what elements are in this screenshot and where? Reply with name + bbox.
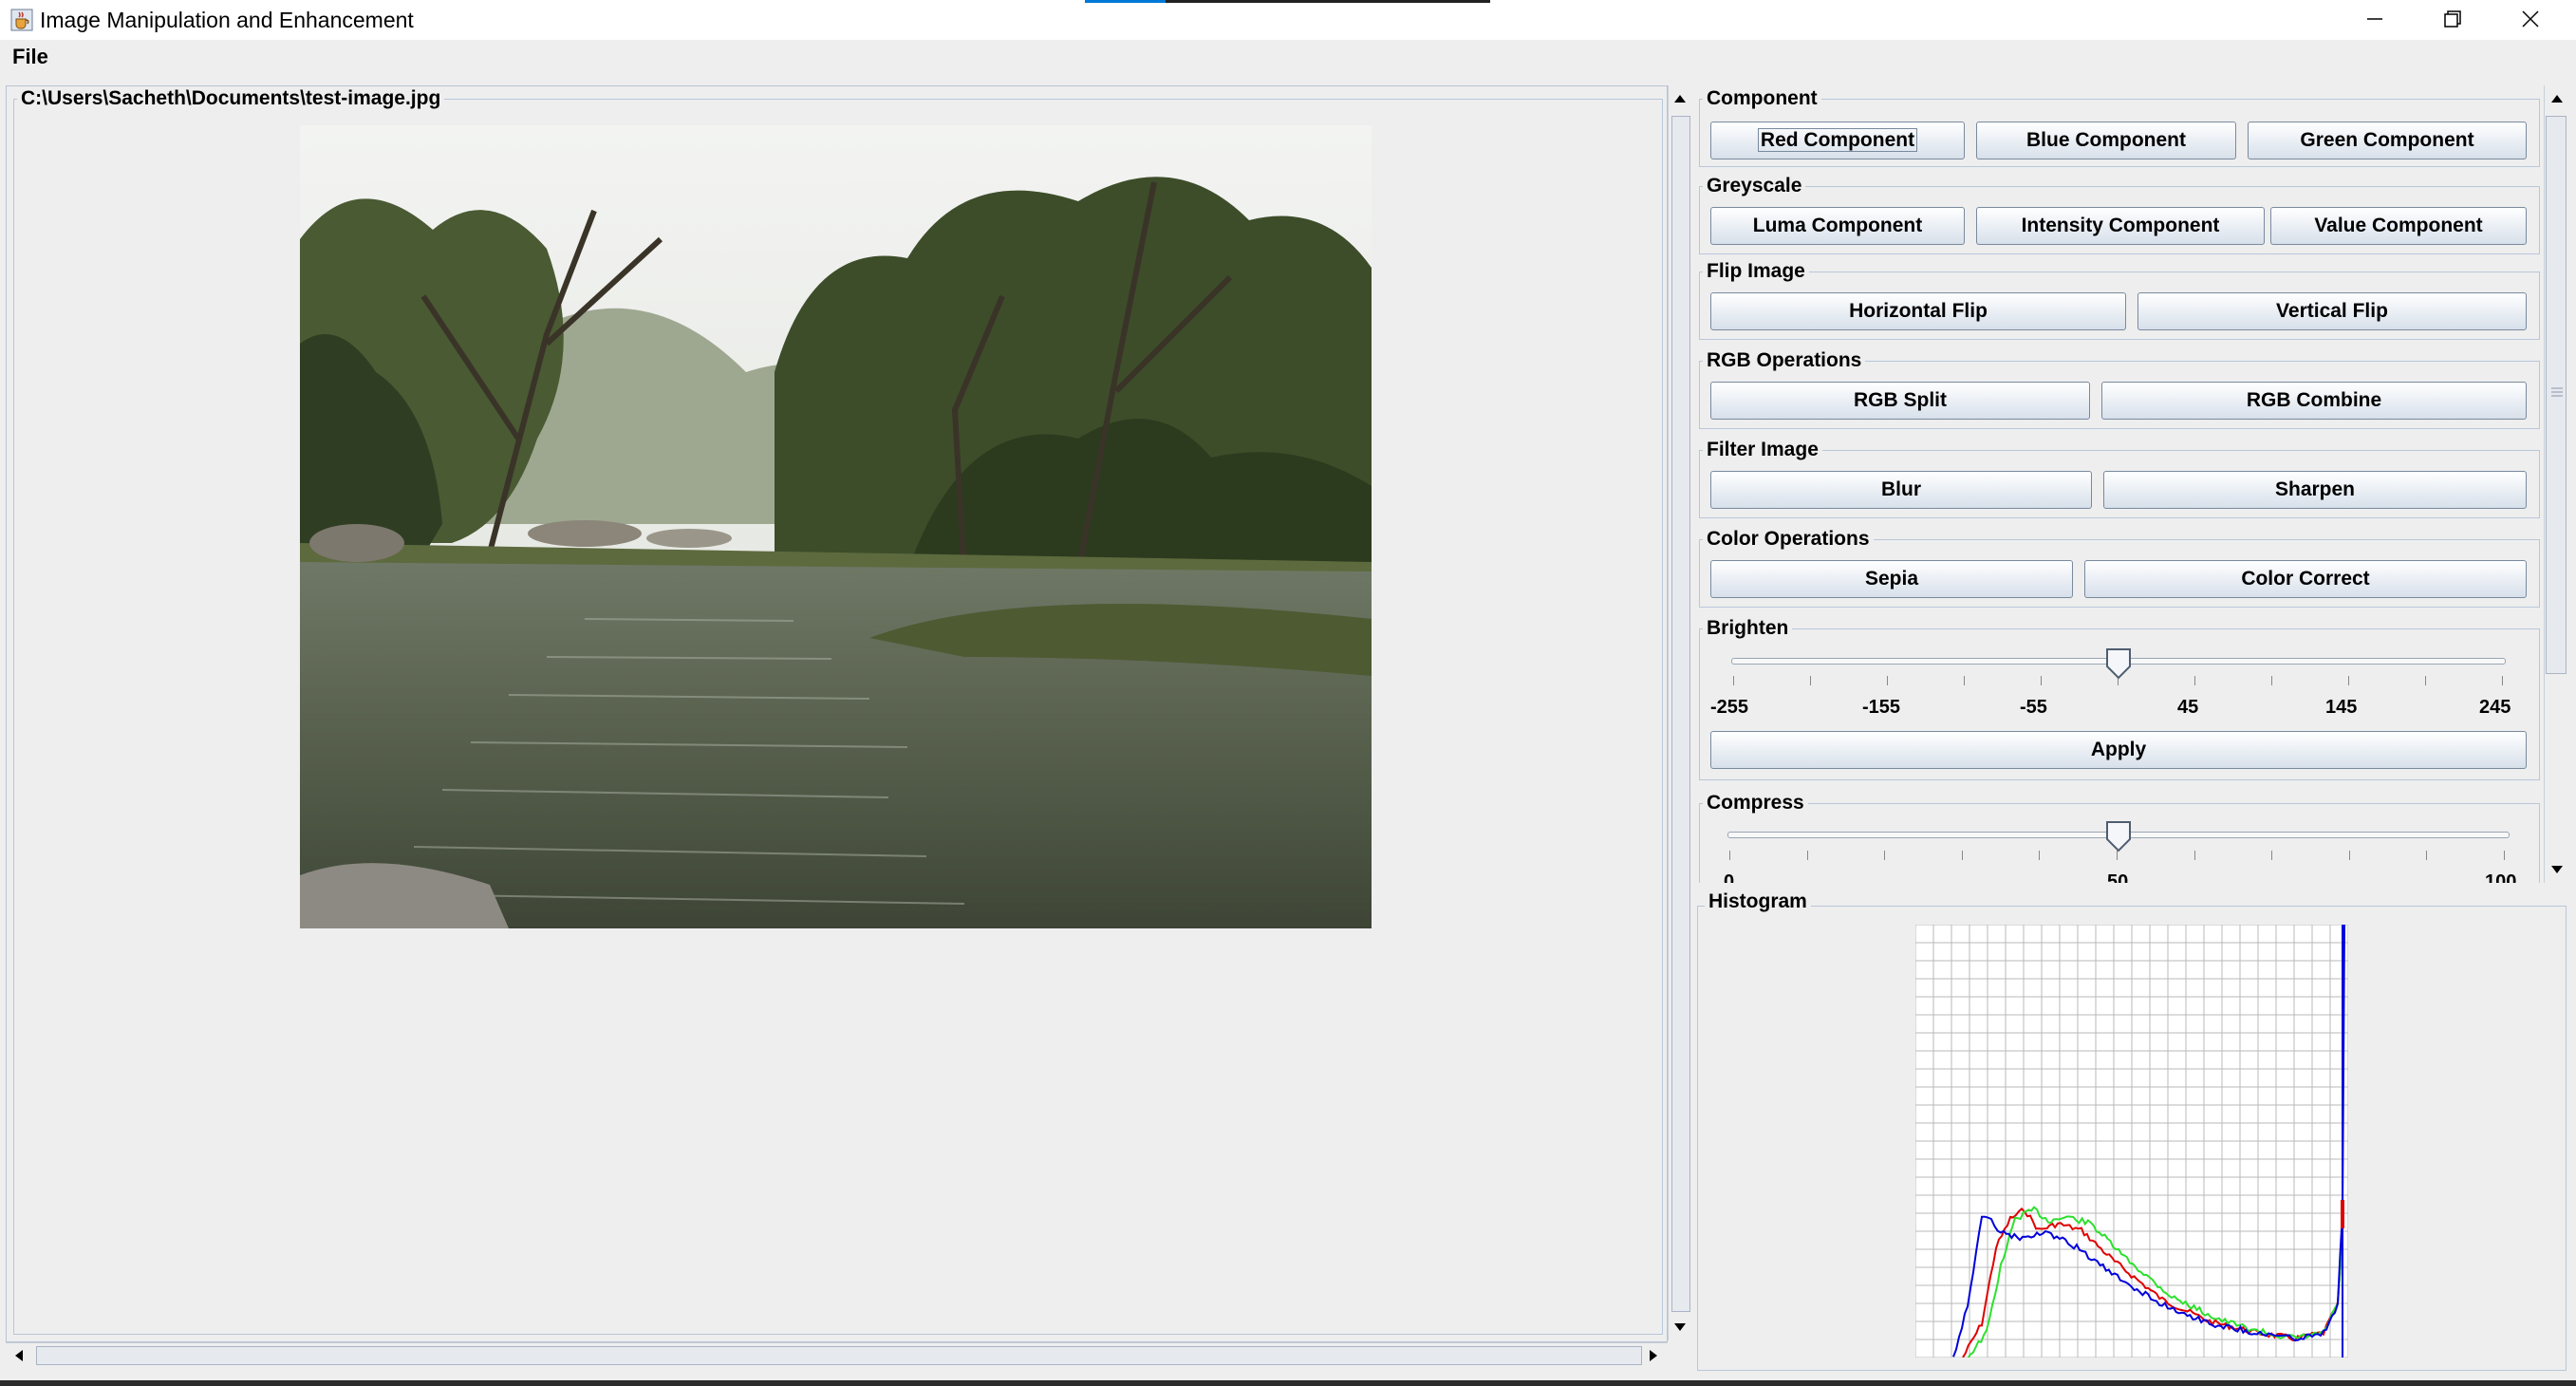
color-correct-button[interactable]: Color Correct bbox=[2084, 560, 2527, 598]
minimize-icon bbox=[2367, 18, 2382, 20]
image-horizontal-scroll-thumb[interactable] bbox=[36, 1346, 1642, 1365]
slider-tick bbox=[1806, 851, 1808, 860]
title-bar: Image Manipulation and Enhancement bbox=[0, 0, 2576, 40]
scroll-grip-icon bbox=[2551, 387, 2563, 397]
window-bottom-edge bbox=[0, 1380, 2576, 1386]
slider-tick bbox=[2193, 851, 2195, 860]
slider-tick bbox=[1964, 676, 1965, 685]
slider-tick bbox=[2502, 676, 2503, 685]
blur-button[interactable]: Blur bbox=[1710, 471, 2092, 509]
image-vertical-scroll-thumb[interactable] bbox=[1671, 116, 1690, 1312]
slider-tick bbox=[2271, 676, 2272, 685]
scroll-right-arrow-icon[interactable] bbox=[1644, 1346, 1663, 1365]
slider-tick bbox=[2041, 676, 2042, 685]
scroll-down-arrow-icon[interactable] bbox=[2548, 860, 2567, 879]
scroll-down-arrow-icon[interactable] bbox=[1671, 1318, 1689, 1337]
brighten-slider-thumb[interactable] bbox=[2105, 647, 2132, 680]
sepia-button[interactable]: Sepia bbox=[1710, 560, 2073, 598]
vertical-flip-button[interactable]: Vertical Flip bbox=[2137, 292, 2527, 330]
compress-tick-label: 50 bbox=[2107, 871, 2129, 883]
brighten-tick-label: 145 bbox=[2325, 697, 2358, 718]
java-cup-icon bbox=[10, 9, 33, 31]
red-component-button[interactable]: Red Component bbox=[1710, 122, 1965, 159]
slider-tick bbox=[1733, 676, 1734, 685]
rgb-combine-button[interactable]: RGB Combine bbox=[2101, 382, 2527, 420]
title-accent-highlight bbox=[1085, 0, 1166, 3]
green-component-button[interactable]: Green Component bbox=[2248, 122, 2527, 159]
scroll-up-arrow-icon[interactable] bbox=[2548, 89, 2567, 108]
restore-button[interactable] bbox=[2415, 0, 2491, 40]
slider-tick bbox=[2194, 676, 2195, 685]
close-icon bbox=[2522, 10, 2539, 28]
brighten-apply-button[interactable]: Apply bbox=[1710, 731, 2527, 769]
slider-tick bbox=[1729, 851, 1730, 860]
photo-image bbox=[300, 125, 1372, 928]
brighten-label: Brighten bbox=[1703, 617, 1793, 640]
slider-tick bbox=[1810, 676, 1811, 685]
slider-tick bbox=[2425, 676, 2426, 685]
compress-slider-thumb[interactable] bbox=[2105, 820, 2132, 852]
slider-tick bbox=[1887, 676, 1888, 685]
slider-tick bbox=[1961, 851, 1963, 860]
rgb-operations-label: RGB Operations bbox=[1703, 349, 1866, 372]
component-label: Component bbox=[1703, 87, 1821, 110]
horizontal-flip-button[interactable]: Horizontal Flip bbox=[1710, 292, 2126, 330]
slider-tick bbox=[2426, 851, 2428, 860]
river-photo bbox=[300, 125, 1372, 928]
scroll-left-arrow-icon[interactable] bbox=[9, 1346, 28, 1365]
sharpen-button[interactable]: Sharpen bbox=[2103, 471, 2527, 509]
minimize-button[interactable] bbox=[2337, 0, 2413, 40]
slider-tick bbox=[1884, 851, 1886, 860]
slider-tick bbox=[2271, 851, 2273, 860]
brighten-tick-label: -255 bbox=[1710, 697, 1749, 718]
restore-icon bbox=[2444, 10, 2461, 28]
window-title: Image Manipulation and Enhancement bbox=[40, 8, 414, 32]
brighten-tick-label: 245 bbox=[2479, 697, 2511, 718]
brighten-tick-label: -155 bbox=[1862, 697, 1901, 718]
greyscale-label: Greyscale bbox=[1703, 175, 1806, 197]
slider-tick bbox=[2348, 851, 2350, 860]
luma-component-button[interactable]: Luma Component bbox=[1710, 207, 1965, 245]
histogram-label: Histogram bbox=[1705, 890, 1811, 913]
histogram-chart bbox=[1915, 925, 2348, 1358]
menu-file[interactable]: File bbox=[12, 45, 48, 69]
slider-tick bbox=[2504, 851, 2505, 860]
filter-image-label: Filter Image bbox=[1703, 439, 1822, 461]
slider-tick bbox=[2348, 676, 2349, 685]
close-button[interactable] bbox=[2492, 0, 2568, 40]
compress-tick-label: 0 bbox=[1724, 871, 1735, 883]
scroll-up-arrow-icon[interactable] bbox=[1671, 89, 1689, 108]
color-operations-label: Color Operations bbox=[1703, 528, 1874, 551]
brighten-tick-label: -55 bbox=[2020, 697, 2047, 718]
value-component-button[interactable]: Value Component bbox=[2270, 207, 2527, 245]
image-path-label: C:\Users\Sacheth\Documents\test-image.jp… bbox=[17, 87, 445, 110]
compress-label: Compress bbox=[1703, 792, 1808, 815]
controls-panel: Component Red Component Blue Component G… bbox=[1695, 85, 2544, 883]
compress-tick-label: 100 bbox=[2485, 871, 2517, 883]
blue-component-button[interactable]: Blue Component bbox=[1976, 122, 2236, 159]
menu-bar: File bbox=[0, 40, 2576, 74]
intensity-component-button[interactable]: Intensity Component bbox=[1976, 207, 2265, 245]
flip-image-label: Flip Image bbox=[1703, 260, 1809, 283]
rgb-split-button[interactable]: RGB Split bbox=[1710, 382, 2090, 420]
slider-tick bbox=[2039, 851, 2041, 860]
brighten-tick-label: 45 bbox=[2177, 697, 2199, 718]
